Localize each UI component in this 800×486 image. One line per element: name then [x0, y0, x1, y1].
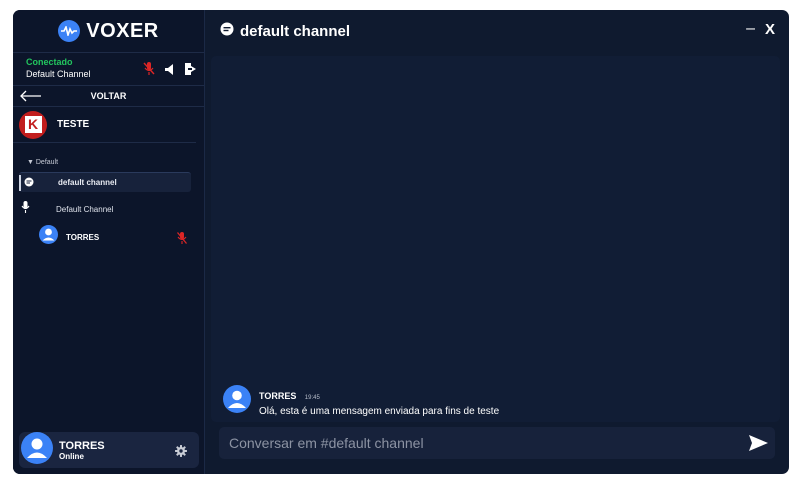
back-label: VOLTAR [90, 91, 127, 101]
gear-icon[interactable] [175, 444, 187, 462]
channel-category[interactable]: ▼ Default [27, 159, 204, 166]
message-input[interactable] [229, 435, 729, 451]
message-composer [219, 427, 775, 459]
message-list[interactable]: TORRES 19:45 Olá, esta é uma mensagem en… [211, 56, 780, 422]
chat-bubble-icon [220, 22, 234, 41]
text-channel-label: default channel [58, 178, 117, 187]
avatar[interactable] [21, 431, 53, 469]
message-time: 19:45 [304, 395, 320, 401]
voice-channel-item[interactable]: Default Channel [21, 200, 191, 218]
mic-off-icon[interactable] [143, 62, 155, 80]
avatar[interactable] [223, 385, 251, 418]
message-author[interactable]: TORRES [259, 391, 296, 401]
minimize-button[interactable]: – [746, 20, 755, 38]
message-body: TORRES 19:45 Olá, esta é uma mensagem en… [259, 386, 499, 417]
user-info: TORRES Online [53, 440, 105, 461]
microphone-icon [21, 200, 30, 218]
brand: VOXER [13, 10, 204, 52]
send-icon[interactable] [747, 432, 769, 459]
server-icon-letter: K [24, 116, 42, 133]
user-panel: TORRES Online [19, 431, 199, 469]
channel-header: default channel – X [206, 10, 789, 52]
connection-panel: Conectado Default Channel [13, 52, 204, 86]
message-item: TORRES 19:45 Olá, esta é uma mensagem en… [223, 385, 499, 418]
app-window: VOXER Conectado Default Channel VOLTAR K… [13, 10, 789, 474]
message-text: Olá, esta é uma mensagem enviada para fi… [259, 406, 500, 417]
user-status: Online [59, 451, 84, 461]
active-indicator [19, 175, 21, 191]
connection-controls [143, 62, 196, 80]
speaker-icon[interactable] [165, 62, 175, 80]
server-name: TESTE [57, 119, 90, 130]
mic-off-icon [176, 231, 188, 249]
text-channel-item[interactable]: default channel [19, 172, 191, 192]
voice-member-name: TORRES [66, 232, 100, 242]
soundwave-icon [58, 20, 81, 42]
voice-member[interactable]: TORRES [39, 225, 191, 249]
close-button[interactable]: X [765, 21, 775, 38]
server-icon: K [19, 110, 47, 139]
sidebar: VOXER Conectado Default Channel VOLTAR K… [13, 10, 205, 474]
exit-icon[interactable] [185, 62, 196, 80]
user-name: TORRES [59, 439, 105, 452]
voice-channel-label: Default Channel [56, 204, 114, 214]
avatar [39, 225, 58, 249]
server-header[interactable]: K TESTE [13, 107, 196, 143]
channel-title: default channel [240, 22, 351, 40]
app-name: VOXER [86, 19, 159, 42]
arrow-left-icon [19, 89, 41, 107]
back-button[interactable]: VOLTAR [13, 86, 204, 107]
chat-bubble-icon [24, 174, 34, 192]
